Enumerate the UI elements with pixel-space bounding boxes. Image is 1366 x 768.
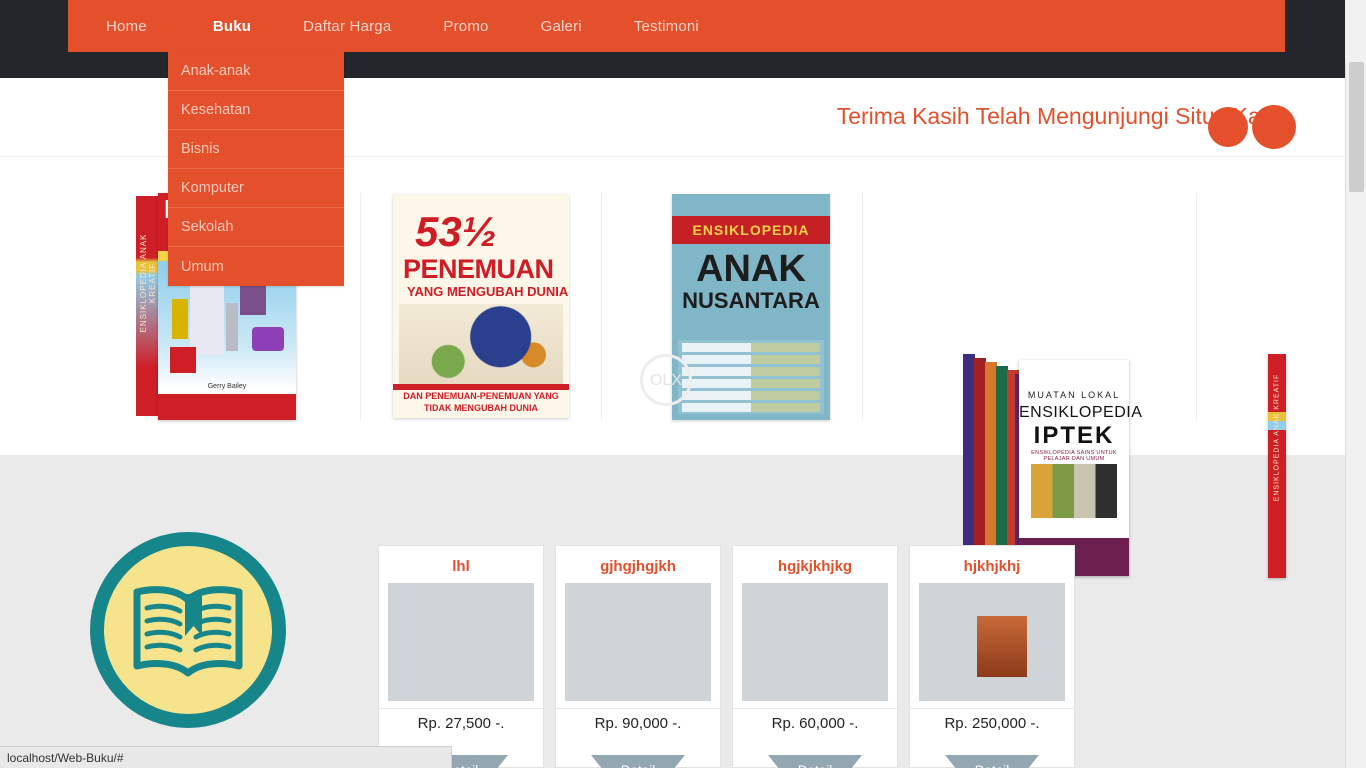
main-navigation: Home Buku Daftar Harga Promo Galeri Test…: [68, 0, 1285, 60]
detail-button[interactable]: Detail: [768, 755, 862, 768]
dropdown-label-anak-anak: Anak-anak: [181, 63, 251, 79]
product-title: gjhgjhgjkh: [600, 558, 676, 575]
nav-label-home: Home: [106, 17, 147, 35]
scrollbar-thumb[interactable]: [1349, 62, 1364, 192]
carousel-book-ensiklopedia-iptek[interactable]: MUATAN LOKAL ENSIKLOPEDIA IPTEK ENSIKLOP…: [963, 354, 1143, 588]
cover-bottom-band: [158, 394, 296, 420]
book-cover-subtitle: YANG MENGUBAH DUNIA: [407, 284, 569, 299]
carousel-separator: [862, 193, 863, 420]
cover-red-band: ENSIKLOPEDIA: [672, 216, 830, 244]
book-cover-kicker: MUATAN LOKAL: [1027, 390, 1121, 400]
product-title: hjkhjkhj: [963, 558, 1021, 575]
cover-illustration: [399, 304, 563, 386]
product-card[interactable]: hjkhjkhj Rp. 250,000 -. Detail: [909, 545, 1075, 768]
product-thumbnail-desert-butte-photo: [919, 583, 1065, 701]
scrollbar-corner: [1345, 0, 1366, 60]
book-cover-title: PENEMUAN: [403, 254, 554, 284]
book-cover-subtitle: NUSANTARA: [682, 288, 820, 313]
carousel-separator: [1196, 193, 1197, 420]
book-cover-title: ANAK: [696, 248, 806, 290]
nav-item-galeri[interactable]: Galeri: [515, 0, 608, 52]
product-title: hgjkjkhjkg: [777, 558, 853, 575]
cover-footer-text: DAN PENEMUAN-PENEMUAN YANG TIDAK MENGUBA…: [393, 390, 569, 414]
nav-item-buku[interactable]: Buku: [186, 0, 278, 60]
decorative-circle-right: [1252, 105, 1296, 149]
product-thumbnail-jellyfish-photo: [565, 583, 711, 701]
carousel-book-anak-nusantara[interactable]: ENSIKLOPEDIA ANAK NUSANTARA: [672, 194, 830, 420]
carousel-separator: [360, 193, 361, 420]
page-root: Home Buku Daftar Harga Promo Galeri Test…: [0, 0, 1366, 768]
dropdown-label-umum: Umum: [181, 258, 224, 275]
product-thumbnail-hydrangea-photo: [742, 583, 888, 701]
nav-item-home[interactable]: Home: [74, 0, 187, 52]
carousel-book-53-penemuan[interactable]: 53½ PENEMUAN YANG MENGUBAH DUNIA DAN PEN…: [393, 194, 569, 418]
nav-label-testimoni: Testimoni: [633, 17, 699, 35]
dropdown-item-umum[interactable]: Umum: [168, 247, 344, 286]
browser-status-bar: localhost/Web-Buku/#: [0, 746, 452, 768]
dropdown-item-bisnis[interactable]: Bisnis: [168, 130, 344, 169]
product-card[interactable]: lhl Rp. 27,500 -. Detail: [378, 545, 544, 768]
buku-dropdown-menu: Anak-anak Kesehatan Bisnis Komputer Seko…: [168, 52, 344, 286]
cover-footer-line1: DAN PENEMUAN-PENEMUAN YANG: [403, 391, 559, 401]
book-spine-text: ENSIKLOPEDIA ANAK KREATIF: [139, 233, 157, 333]
book-spine: ENSIKLOPEDIA ANAK KREATIF: [136, 196, 158, 416]
carousel-book-edge-spine[interactable]: ENSIKLOPEDIA ANAK KREATIF: [1268, 354, 1286, 578]
product-price: Rp. 250,000 -.: [910, 708, 1074, 732]
dropdown-item-komputer[interactable]: Komputer: [168, 169, 344, 208]
cover-bullet-area: [678, 340, 824, 414]
dropdown-item-anak-anak[interactable]: Anak-anak: [168, 52, 344, 91]
book-cover-title-big: IPTEK: [1033, 422, 1115, 449]
product-price: Rp. 60,000 -.: [733, 708, 897, 732]
book-cover-band-text: ENSIKLOPEDIA: [692, 222, 810, 238]
status-url-text: localhost/Web-Buku/#: [7, 750, 124, 765]
dropdown-item-sekolah[interactable]: Sekolah: [168, 208, 344, 247]
open-book-logo: [90, 532, 286, 728]
product-price: Rp. 90,000 -.: [556, 708, 720, 732]
nav-label-buku: Buku: [212, 17, 252, 35]
detail-button[interactable]: Detail: [945, 755, 1039, 768]
product-card[interactable]: hgjkjkhjkg Rp. 60,000 -. Detail: [732, 545, 898, 768]
dropdown-label-bisnis: Bisnis: [181, 141, 220, 157]
product-price: Rp. 27,500 -.: [379, 708, 543, 732]
nav-item-promo[interactable]: Promo: [417, 0, 514, 52]
book-cover-title: ENSIKLOPEDIA: [1019, 404, 1143, 421]
dropdown-label-kesehatan: Kesehatan: [181, 102, 251, 118]
olx-watermark-icon: OLX: [640, 354, 692, 406]
detail-button[interactable]: Detail: [591, 755, 685, 768]
product-card[interactable]: gjhgjhgjkh Rp. 90,000 -. Detail: [555, 545, 721, 768]
nav-label-promo: Promo: [443, 17, 489, 35]
book-front-cover: MUATAN LOKAL ENSIKLOPEDIA IPTEK ENSIKLOP…: [1019, 360, 1143, 576]
product-title: lhl: [452, 558, 470, 575]
buku-terbaru-card-list: lhl Rp. 27,500 -. Detail gjhgjhgjkh Rp. …: [378, 545, 1078, 768]
nav-item-daftar-harga[interactable]: Daftar Harga: [277, 0, 417, 52]
vertical-scrollbar[interactable]: [1345, 60, 1366, 768]
cover-photo-grid: [1031, 464, 1117, 518]
book-cover-number: 53½: [415, 208, 497, 255]
decorative-circle-left: [1208, 107, 1248, 147]
book-cover-subtitle: ENSIKLOPEDIA SAINS UNTUK PELAJAR DAN UMU…: [1031, 450, 1117, 462]
nav-label-galeri: Galeri: [540, 17, 582, 35]
carousel-separator: [601, 193, 602, 420]
dropdown-label-komputer: Komputer: [181, 180, 244, 196]
dropdown-item-kesehatan[interactable]: Kesehatan: [168, 91, 344, 130]
cover-illustration-scene: [166, 269, 288, 385]
nav-label-daftar-harga: Daftar Harga: [303, 17, 392, 35]
nav-list: Home Buku Daftar Harga Promo Galeri Test…: [68, 0, 1285, 60]
dropdown-label-sekolah: Sekolah: [181, 219, 234, 235]
cover-footer-line2: TIDAK MENGUBAH DUNIA: [424, 403, 538, 413]
book-author: Gerry Bailey: [207, 383, 247, 390]
book-spine-text: ENSIKLOPEDIA ANAK KREATIF: [1273, 373, 1281, 502]
product-thumbnail-lighthouse-photo: [388, 583, 534, 701]
nav-item-testimoni[interactable]: Testimoni: [608, 0, 725, 52]
